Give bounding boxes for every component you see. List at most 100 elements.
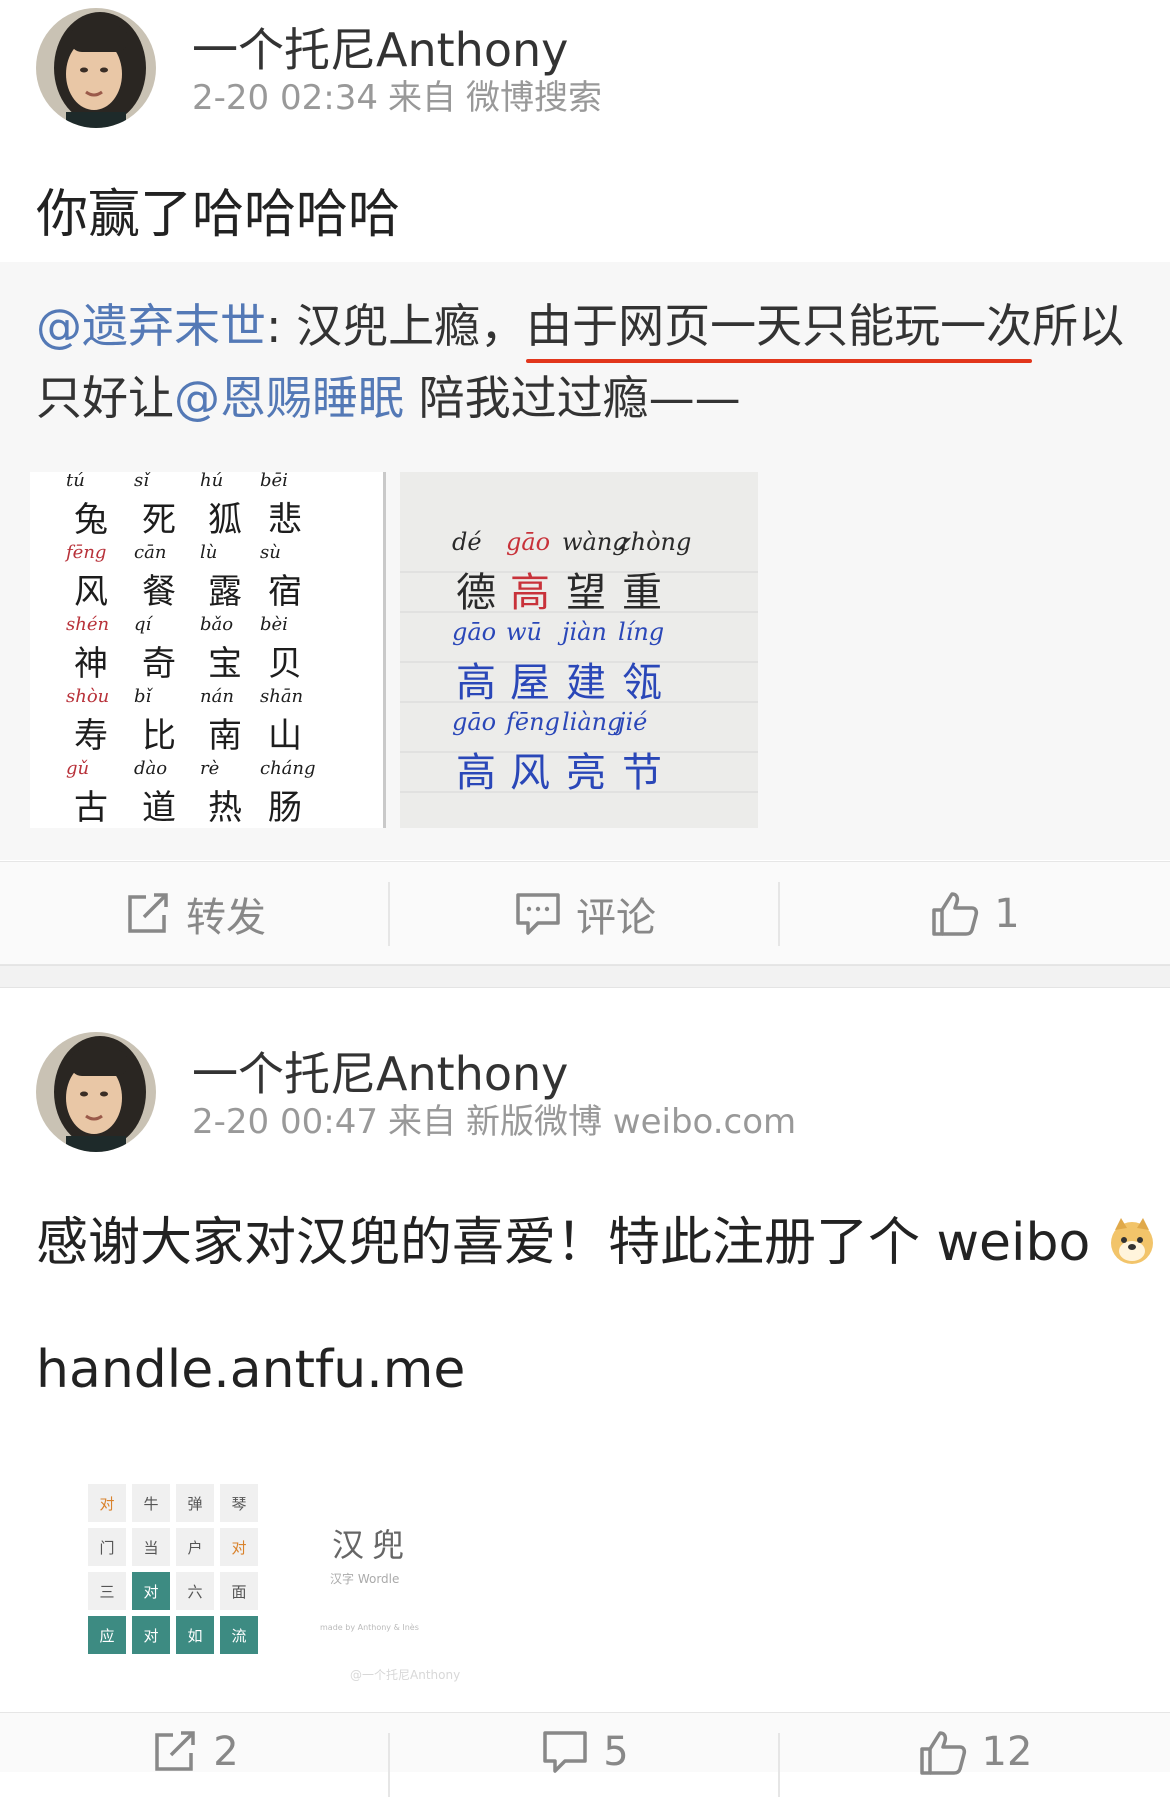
handwriting-hanzi: 道 (142, 788, 176, 828)
avatar[interactable] (36, 8, 156, 128)
thumbs-up-icon (919, 1731, 966, 1775)
game-grid-cell: 弹 (176, 1484, 214, 1522)
handwriting-pinyin: sǐ (134, 472, 149, 491)
quoted-text: @遗弃末世: 汉兜上瘾，由于网页一天只能玩一次所以只好让@恩赐睡眠 陪我过过瘾—… (36, 290, 1136, 434)
handwriting-pinyin: dào (134, 758, 168, 779)
post-source[interactable]: 微博搜索 (466, 78, 602, 118)
comment-label: 评论 (576, 895, 656, 941)
handwriting-pinyin: shān (260, 686, 304, 707)
game-logo: 汉兜 汉字 Wordle made by Anthony & Inès @一个托… (320, 1520, 460, 1683)
handwriting-hanzi: 高 (456, 660, 496, 706)
handwriting-pinyin: bèi (260, 614, 288, 635)
game-grid-cell: 对 (132, 1572, 170, 1610)
handwriting-pinyin: sù (260, 542, 281, 563)
game-grid-cell: 对 (132, 1616, 170, 1654)
repost-icon (155, 1731, 196, 1771)
handwriting-hanzi: 肠 (268, 788, 302, 828)
handwriting-pinyin: gāo (506, 528, 551, 556)
post-link-text[interactable]: handle.antfu.me (36, 1340, 465, 1400)
handwriting-pinyin: nán (200, 686, 234, 707)
handwriting-pinyin: wū (506, 618, 542, 646)
like-count: 12 (981, 1729, 1033, 1775)
like-button[interactable]: 1 (780, 862, 1170, 966)
post-text-line: 感谢大家对汉兜的喜爱！特此注册了个 weibo (36, 1213, 1091, 1273)
handwriting-hanzi: 宝 (208, 644, 242, 684)
handwriting-hanzi: 瓴 (622, 660, 662, 706)
handwriting-pinyin: fēng (66, 542, 107, 563)
handwriting-pinyin: bēi (260, 472, 288, 491)
handwriting-pinyin: qí (134, 614, 152, 635)
handwriting-pinyin: gāo (452, 708, 497, 736)
handwriting-hanzi: 兔 (74, 500, 108, 540)
feed-separator (0, 965, 1170, 988)
post-time: 2-20 00:47 (192, 1102, 378, 1142)
post-image-handwriting-2[interactable]: dé 德 gāo 高 wàng 望 zhòng 重 gāo 高 wū 屋 jiàn 建 líng 瓴 gāo 高 f… (400, 472, 758, 828)
repost-label: 转发 (186, 895, 266, 941)
comment-button[interactable]: 5 (390, 1713, 780, 1817)
watermark: @一个托尼Anthony (350, 1668, 461, 1682)
handwriting-pinyin: fēng (506, 708, 560, 736)
post-time: 2-20 02:34 (192, 78, 378, 118)
handwriting-pinyin: hú (200, 472, 224, 491)
action-bar: 2 5 12 (0, 1712, 1170, 1797)
handwriting-hanzi: 山 (268, 716, 302, 756)
logo-subtitle: 汉字 Wordle (330, 1572, 400, 1586)
handwriting-pinyin: gǔ (66, 758, 90, 779)
quoted-text-part: 陪我过过瘾—— (404, 371, 741, 425)
game-grid-cell: 六 (176, 1572, 214, 1610)
handwriting-hanzi: 风 (74, 572, 108, 612)
game-grid-cell: 门 (88, 1528, 126, 1566)
handwriting-pinyin: rè (200, 758, 220, 779)
post-source[interactable]: 新版微博 weibo.com (466, 1102, 796, 1142)
handwriting-pinyin: líng (618, 618, 665, 646)
repost-count: 2 (213, 1729, 239, 1775)
post-text: 感谢大家对汉兜的喜爱！特此注册了个 weibo (36, 1200, 1157, 1275)
handwriting-hanzi: 德 (456, 570, 496, 616)
handwriting-pinyin: gāo (452, 618, 497, 646)
avatar[interactable] (36, 1032, 156, 1152)
handwriting-hanzi: 重 (622, 570, 662, 616)
handwriting-hanzi: 高 (510, 570, 550, 616)
handwriting-hanzi: 悲 (268, 500, 302, 540)
handwriting-hanzi: 热 (208, 788, 242, 828)
comment-icon (516, 893, 560, 935)
handwriting-hanzi: 比 (142, 716, 176, 756)
repost-button[interactable]: 转发 (0, 862, 390, 966)
game-grid-cell: 流 (220, 1616, 258, 1654)
handwriting-pinyin: bǐ (134, 686, 152, 707)
handwriting-hanzi: 古 (74, 788, 108, 828)
handwriting-pinyin: cháng (260, 758, 316, 779)
handwriting-hanzi: 神 (74, 644, 108, 684)
like-count: 1 (994, 891, 1020, 937)
handwriting-hanzi: 风 (510, 750, 550, 796)
handwriting-pinyin: bǎo (200, 614, 234, 635)
handwriting-pinyin: jiàn (562, 618, 607, 646)
mention-link[interactable]: @遗弃末世 (36, 299, 266, 353)
game-grid-cell: 当 (132, 1528, 170, 1566)
comment-count: 5 (603, 1729, 629, 1775)
handwriting-hanzi: 高 (456, 750, 496, 796)
handwriting-pinyin: dé (452, 528, 482, 556)
quoted-text-part: : 汉兜上瘾， (266, 299, 527, 353)
handwriting-hanzi: 亮 (566, 750, 606, 796)
handwriting-pinyin: jié (618, 708, 648, 736)
game-grid-cell: 对 (220, 1528, 258, 1566)
repost-button[interactable]: 2 (0, 1713, 390, 1817)
post-image-handwriting-1[interactable]: tú 兔 fēng 风 shén 神 shòu 寿 gǔ 古 sǐ 死 cān 餐 qí 奇 bǐ 比 dào 道 hú… (30, 472, 386, 828)
handwriting-hanzi: 寿 (74, 716, 108, 756)
handwriting-hanzi: 屋 (510, 660, 550, 706)
from-label: 来自 (387, 78, 456, 118)
doge-emoji-icon (1110, 1218, 1153, 1264)
handwriting-hanzi: 餐 (142, 572, 176, 612)
handwriting-hanzi: 宿 (268, 572, 302, 612)
handwriting-pinyin: liàng (562, 708, 623, 736)
underlined-text: 由于网页一天只能玩一次 (526, 299, 1033, 353)
mention-link[interactable]: @恩赐睡眠 (174, 371, 404, 425)
comment-button[interactable]: 评论 (390, 862, 780, 966)
handwriting-pinyin: lù (200, 542, 218, 563)
handwriting-hanzi: 狐 (208, 500, 242, 540)
like-button[interactable]: 12 (780, 1713, 1170, 1817)
handwriting-pinyin: cān (134, 542, 167, 563)
handwriting-hanzi: 奇 (142, 644, 176, 684)
logo-title: 汉兜 (332, 1526, 413, 1564)
